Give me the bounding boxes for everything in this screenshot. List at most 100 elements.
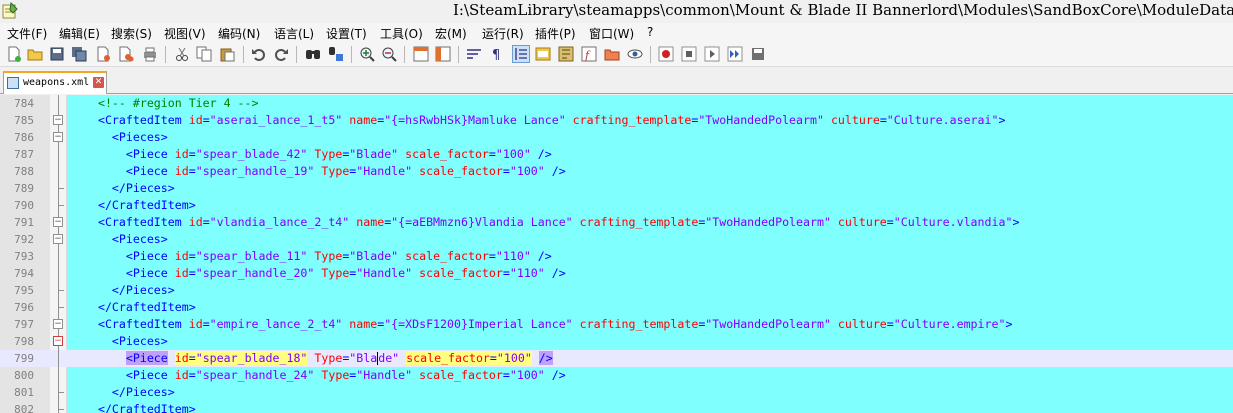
code-text: </Pieces> [84, 385, 175, 399]
menu-tools[interactable]: 工具(O) [380, 25, 423, 42]
line-number: 797 [14, 318, 34, 331]
code-line[interactable]: 791− <CraftedItem id="vlandia_lance_2_t4… [0, 214, 1233, 231]
zoom-out-icon[interactable] [381, 46, 397, 62]
tab-close-icon[interactable]: ✕ [93, 77, 104, 88]
sync-horizontal-icon[interactable] [435, 46, 451, 62]
token-val: "empire_lance_2_t4" [209, 317, 343, 331]
stop-recording-icon[interactable] [681, 46, 697, 62]
current-line[interactable]: 799 <Piece id="spear_blade_18" Type="Bla… [0, 350, 1233, 367]
token-punc: = [489, 351, 497, 365]
code-text: </Pieces> [84, 283, 175, 297]
record-macro-icon[interactable] [658, 46, 674, 62]
monitoring-icon[interactable] [627, 46, 643, 62]
fold-line [58, 265, 59, 282]
show-all-chars-icon[interactable]: ¶ [489, 46, 505, 62]
token-punc: = [502, 266, 510, 280]
menu-file[interactable]: 文件(F) [7, 25, 47, 42]
play-macro-icon[interactable] [704, 46, 720, 62]
code-line[interactable]: 792 − <Pieces> [0, 231, 1233, 248]
menu-language[interactable]: 语言(L) [274, 25, 314, 42]
fold-toggle-icon[interactable]: − [53, 115, 63, 125]
token-tag: </Pieces> [111, 181, 175, 195]
fold-toggle-icon[interactable]: − [53, 132, 63, 142]
token-val: "100" [509, 164, 545, 178]
close-icon[interactable] [95, 46, 111, 62]
menu-bar: 文件(F) 编辑(E) 搜索(S) 视图(V) 编码(N) 语言(L) 设置(T… [0, 23, 1233, 42]
menu-encoding[interactable]: 编码(N) [218, 25, 260, 42]
code-line[interactable]: 796 </CraftedItem> [0, 299, 1233, 316]
fold-toggle-icon[interactable]: − [53, 319, 63, 329]
code-line[interactable]: 787 <Piece id="spear_blade_42" Type="Bla… [0, 146, 1233, 163]
fold-line [58, 248, 59, 265]
code-line[interactable]: 785− <CraftedItem id="aserai_lance_1_t5"… [0, 112, 1233, 129]
code-line[interactable]: 801 </Pieces> [0, 384, 1233, 401]
code-line[interactable]: 800 <Piece id="spear_handle_24" Type="Ha… [0, 367, 1233, 384]
copy-icon[interactable] [196, 46, 212, 62]
code-line[interactable]: 789 </Pieces> [0, 180, 1233, 197]
menu-settings[interactable]: 设置(T) [326, 25, 367, 42]
token-attr: scale_factor [419, 368, 503, 382]
code-line[interactable]: 784 <!-- #region Tier 4 --> [0, 95, 1233, 112]
menu-edit[interactable]: 编辑(E) [59, 25, 100, 42]
code-line[interactable]: 790 </CraftedItem> [0, 197, 1233, 214]
code-line[interactable]: 797− <CraftedItem id="empire_lance_2_t4"… [0, 316, 1233, 333]
find-icon[interactable] [305, 46, 321, 62]
save-all-icon[interactable] [71, 46, 87, 62]
toolbar-separator [458, 46, 459, 63]
menu-view[interactable]: 视图(V) [164, 25, 206, 42]
zoom-in-icon[interactable] [359, 46, 375, 62]
indent-guide-icon[interactable] [512, 45, 530, 63]
paste-icon[interactable] [219, 46, 235, 62]
token-tag: <Piece [125, 266, 168, 280]
token-val: "Blade" [349, 147, 399, 161]
redo-icon[interactable] [273, 46, 289, 62]
replace-icon[interactable] [328, 46, 344, 62]
run-macro-multiple-icon[interactable] [727, 46, 743, 62]
code-line[interactable]: 802 </CraftedItem> [0, 401, 1233, 413]
udl-icon[interactable] [535, 46, 551, 62]
menu-help[interactable]: ? [647, 25, 653, 39]
editor[interactable]: 784 <!-- #region Tier 4 --> 785 − <Crafted… [0, 95, 1233, 413]
menu-run[interactable]: 运行(R) [482, 25, 524, 42]
menu-plugins[interactable]: 插件(P) [535, 25, 576, 42]
line-number: 789 [14, 182, 34, 195]
code-line[interactable]: 798 − <Pieces> [0, 333, 1233, 350]
folder-as-workspace-icon[interactable] [604, 46, 620, 62]
save-icon[interactable] [49, 46, 65, 62]
undo-icon[interactable] [251, 46, 267, 62]
function-list-icon[interactable]: f [581, 46, 597, 62]
code-line[interactable]: 795 </Pieces> [0, 282, 1233, 299]
cut-icon[interactable] [174, 46, 190, 62]
code-line[interactable]: 794 <Piece id="spear_handle_20" Type="Ha… [0, 265, 1233, 282]
token-attr: scale_factor [405, 249, 489, 263]
open-file-icon[interactable] [27, 46, 43, 62]
word-wrap-icon[interactable] [466, 46, 482, 62]
print-icon[interactable] [142, 46, 158, 62]
token-punc: = [188, 266, 196, 280]
new-file-icon[interactable] [6, 46, 22, 62]
sync-vertical-icon[interactable] [413, 46, 429, 62]
menu-window[interactable]: 窗口(W) [589, 25, 634, 42]
tab-weapons-xml[interactable]: weapons.xml ✕ [3, 71, 107, 94]
fold-toggle-icon[interactable]: − [53, 336, 63, 346]
menu-search[interactable]: 搜索(S) [111, 25, 152, 42]
token-val: "spear_handle_24" [195, 368, 315, 382]
code-line[interactable]: 788 <Piece id="spear_handle_19" Type="Ha… [0, 163, 1233, 180]
fold-toggle-icon[interactable]: − [53, 234, 63, 244]
fold-toggle-icon[interactable]: − [53, 217, 63, 227]
close-all-icon[interactable] [118, 46, 134, 62]
token-tag: /> [537, 249, 552, 263]
code-text: <!-- #region Tier 4 --> [84, 96, 259, 110]
menu-macro[interactable]: 宏(M) [435, 25, 467, 42]
code-line[interactable]: 786 − <Pieces> [0, 129, 1233, 146]
doc-map-icon[interactable] [558, 46, 574, 62]
save-macro-icon[interactable] [750, 46, 766, 62]
token-tag: <Piece [125, 351, 168, 365]
line-number: 787 [14, 148, 34, 161]
code-line[interactable]: 793 <Piece id="spear_blade_11" Type="Bla… [0, 248, 1233, 265]
